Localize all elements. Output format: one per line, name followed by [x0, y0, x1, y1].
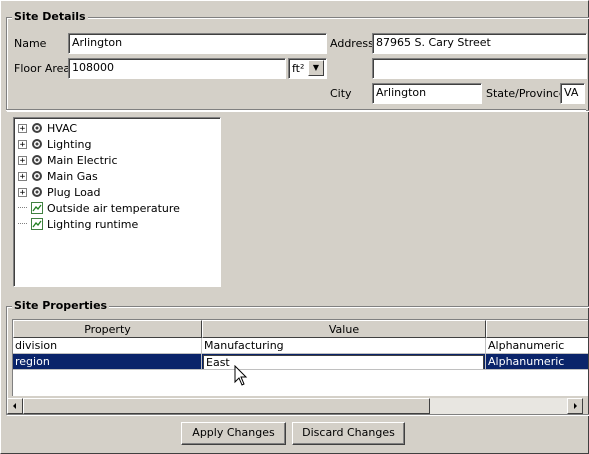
gear-icon — [32, 139, 42, 149]
scroll-right-button[interactable] — [567, 398, 583, 414]
city-label: City — [330, 87, 352, 100]
gear-icon — [32, 187, 42, 197]
tree-item-label: Main Electric — [47, 153, 118, 167]
address-line1-field[interactable]: 87965 S. Cary Street — [372, 33, 587, 54]
gear-icon — [32, 123, 42, 133]
unit-dropdown[interactable]: ft² ▼ — [288, 58, 327, 79]
floor-area-field[interactable]: 108000 — [68, 58, 286, 79]
table-cell-type[interactable]: Alphanumeric — [486, 354, 588, 370]
site-details-legend: Site Details — [12, 10, 88, 23]
table-cell-property[interactable]: region — [13, 354, 202, 370]
mouse-cursor-icon — [234, 365, 248, 386]
address-line2-field[interactable] — [372, 58, 587, 79]
tree-item-label: Lighting runtime — [47, 217, 139, 231]
tree-item-lighting-runtime[interactable]: Lighting runtime — [18, 216, 138, 232]
tree-item-outside-air-temperature[interactable]: Outside air temperature — [18, 200, 180, 216]
name-field[interactable]: Arlington — [68, 33, 327, 54]
tree-item-label: HVAC — [47, 121, 78, 135]
tree-item-main-electric[interactable]: + Main Electric — [18, 152, 118, 168]
table-cell-property[interactable]: division — [13, 338, 202, 354]
arrow-right-icon — [574, 403, 577, 409]
apply-changes-button[interactable]: Apply Changes — [181, 422, 286, 445]
tree-item-label: Plug Load — [47, 185, 101, 199]
column-header-property[interactable]: Property — [13, 320, 202, 338]
chart-icon — [31, 218, 43, 230]
name-label: Name — [14, 37, 47, 50]
expand-icon[interactable]: + — [18, 139, 27, 149]
tree-item-label: Outside air temperature — [47, 201, 180, 215]
table-cell-type[interactable]: Alphanumeric — [486, 338, 588, 354]
unit-dropdown-value: ft² — [290, 60, 308, 78]
tree-item-label: Main Gas — [47, 169, 98, 183]
tree-connector — [18, 223, 27, 225]
tree-item-label: Lighting — [47, 137, 92, 151]
divider — [6, 109, 586, 111]
expand-icon[interactable]: + — [18, 155, 27, 165]
state-field[interactable]: VA — [560, 83, 585, 104]
chevron-down-icon[interactable]: ▼ — [308, 60, 324, 76]
expand-icon[interactable]: + — [18, 187, 27, 197]
floor-area-label: Floor Area — [14, 62, 71, 75]
tree-item-plug-load[interactable]: + Plug Load — [18, 184, 101, 200]
meter-tree[interactable]: + HVAC + Lighting + Main Electric + Main… — [13, 117, 221, 287]
tree-item-lighting[interactable]: + Lighting — [18, 136, 91, 152]
expand-icon[interactable]: + — [18, 171, 27, 181]
scroll-thumb[interactable] — [23, 398, 430, 414]
gear-icon — [32, 155, 42, 165]
discard-changes-button[interactable]: Discard Changes — [292, 422, 405, 445]
column-header-value[interactable]: Value — [202, 320, 486, 338]
city-field[interactable]: Arlington — [372, 83, 482, 104]
properties-table[interactable]: Property Value division Manufacturing Al… — [12, 319, 588, 396]
site-properties-legend: Site Properties — [12, 299, 110, 312]
tree-item-hvac[interactable]: + HVAC — [18, 120, 77, 136]
scroll-left-button[interactable] — [7, 398, 23, 414]
expand-icon[interactable]: + — [18, 123, 27, 133]
state-label: State/Province — [486, 87, 566, 100]
address-label: Address — [330, 37, 374, 50]
horizontal-scrollbar[interactable] — [7, 398, 583, 414]
table-cell-value[interactable]: Manufacturing — [202, 338, 486, 354]
column-header-type[interactable] — [486, 320, 588, 338]
tree-connector — [18, 207, 27, 209]
gear-icon — [32, 171, 42, 181]
tree-item-main-gas[interactable]: + Main Gas — [18, 168, 98, 184]
arrow-left-icon — [13, 403, 16, 409]
chart-icon — [31, 202, 43, 214]
